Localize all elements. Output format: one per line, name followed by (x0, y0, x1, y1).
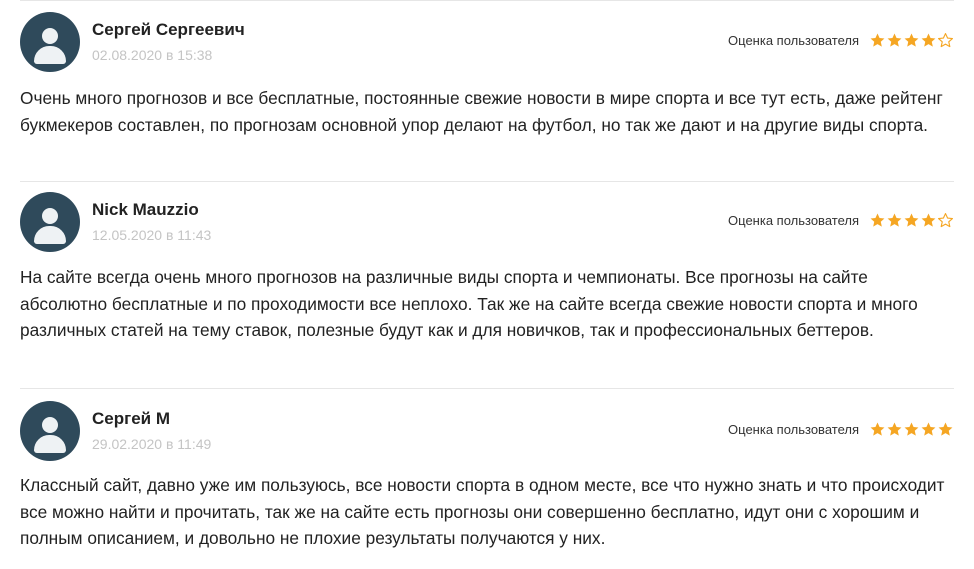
star-filled-icon (921, 33, 936, 47)
rating-label: Оценка пользователя (728, 33, 859, 48)
star-filled-icon (938, 422, 953, 436)
user-icon-body (34, 226, 66, 244)
review-divider (20, 388, 954, 389)
top-divider (20, 0, 954, 1)
user-rating: Оценка пользователя (728, 421, 954, 438)
rating-label: Оценка пользователя (728, 422, 859, 437)
avatar (20, 12, 80, 72)
user-rating: Оценка пользователя (728, 32, 954, 49)
star-filled-icon (887, 33, 902, 47)
star-filled-icon (887, 422, 902, 436)
review-text: Очень много прогнозов и все бесплатные, … (20, 88, 943, 135)
star-filled-icon (904, 33, 919, 47)
review-author: Сергей Сергеевич (92, 20, 245, 39)
user-icon-head (42, 28, 58, 44)
review-item: Nick Mauzzio 12.05.2020 в 11:43 Оценка п… (20, 192, 954, 382)
user-rating: Оценка пользователя (728, 212, 954, 229)
user-icon-head (42, 417, 58, 433)
star-filled-icon (870, 213, 885, 227)
user-icon-body (34, 46, 66, 64)
review-text: Классный сайт, давно уже им пользуюсь, в… (20, 475, 945, 548)
star-filled-icon (921, 213, 936, 227)
star-empty-icon (937, 212, 954, 228)
avatar (20, 192, 80, 252)
review-item: Сергей М 29.02.2020 в 11:49 Оценка польз… (20, 401, 954, 561)
star-rating (869, 421, 954, 438)
rating-label: Оценка пользователя (728, 213, 859, 228)
user-icon-body (34, 435, 66, 453)
star-rating (869, 32, 954, 49)
star-rating (869, 212, 954, 229)
review-divider (20, 181, 954, 182)
star-filled-icon (870, 422, 885, 436)
star-filled-icon (921, 422, 936, 436)
review-author: Сергей М (92, 409, 170, 428)
review-date: 02.08.2020 в 15:38 (92, 47, 213, 63)
review-date: 29.02.2020 в 11:49 (92, 436, 212, 452)
star-filled-icon (904, 213, 919, 227)
star-empty-icon (937, 32, 954, 48)
review-date: 12.05.2020 в 11:43 (92, 227, 212, 243)
review-author: Nick Mauzzio (92, 200, 199, 219)
review-item: Сергей Сергеевич 02.08.2020 в 15:38 Оцен… (20, 12, 954, 172)
star-filled-icon (870, 33, 885, 47)
avatar (20, 401, 80, 461)
user-icon-head (42, 208, 58, 224)
star-filled-icon (904, 422, 919, 436)
star-filled-icon (887, 213, 902, 227)
review-text: На сайте всегда очень много прогнозов на… (20, 267, 918, 340)
